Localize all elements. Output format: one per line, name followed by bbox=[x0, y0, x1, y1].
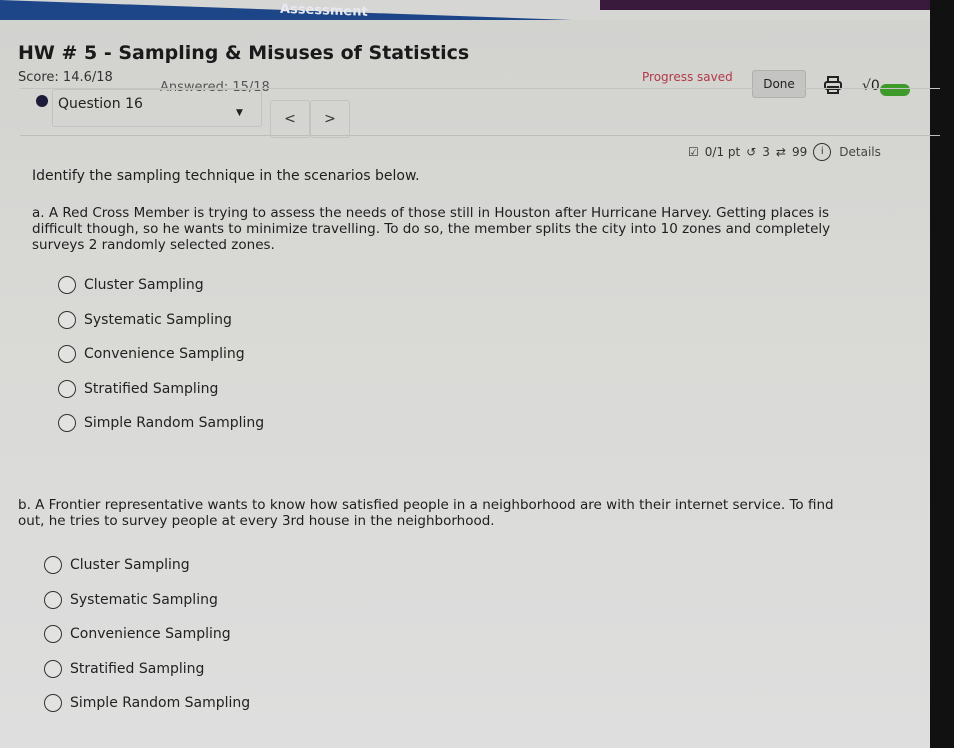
attempts-icon: ⇄ bbox=[775, 145, 786, 159]
question-instruction: Identify the sampling technique in the s… bbox=[32, 168, 420, 184]
option-label: Systematic Sampling bbox=[70, 591, 218, 608]
radio-button[interactable] bbox=[44, 694, 62, 713]
option-cluster-a[interactable]: Cluster Sampling bbox=[58, 268, 264, 303]
option-stratified-a[interactable]: Stratified Sampling bbox=[58, 372, 264, 407]
option-label: Convenience Sampling bbox=[84, 346, 245, 363]
retry-icon: ↺ bbox=[746, 145, 757, 159]
top-stripe bbox=[600, 0, 930, 10]
option-systematic-b[interactable]: Systematic Sampling bbox=[44, 583, 250, 618]
previous-question-button[interactable]: < bbox=[270, 100, 310, 138]
progress-status: Progress saved bbox=[642, 70, 733, 84]
score-text: Score: 14.6/18 bbox=[18, 70, 113, 85]
option-label: Simple Random Sampling bbox=[70, 695, 251, 712]
option-label: Cluster Sampling bbox=[70, 557, 190, 574]
option-cluster-b[interactable]: Cluster Sampling bbox=[44, 548, 250, 583]
points-text: 0/1 pt bbox=[704, 145, 741, 159]
option-label: Stratified Sampling bbox=[70, 660, 205, 677]
option-label: Simple Random Sampling bbox=[84, 415, 265, 432]
attempts-count: 99 bbox=[791, 145, 808, 159]
radio-button[interactable] bbox=[58, 276, 76, 295]
radio-button[interactable] bbox=[58, 414, 76, 433]
question-status-dot bbox=[36, 95, 48, 107]
info-icon[interactable]: i bbox=[813, 143, 832, 161]
option-label: Systematic Sampling bbox=[84, 311, 232, 328]
radio-button[interactable] bbox=[58, 310, 76, 329]
question-meta: ☑ 0/1 pt ↺ 3 ⇄ 99 i Details bbox=[688, 143, 881, 161]
radio-button[interactable] bbox=[58, 345, 76, 364]
scenario-a-text: a. A Red Cross Member is trying to asses… bbox=[32, 205, 831, 253]
scenario-b-options: Cluster Sampling Systematic Sampling Con… bbox=[44, 548, 250, 721]
radio-button[interactable] bbox=[44, 659, 62, 678]
option-simple-random-b[interactable]: Simple Random Sampling bbox=[44, 686, 250, 721]
option-systematic-a[interactable]: Systematic Sampling bbox=[58, 303, 264, 338]
radio-button[interactable] bbox=[58, 379, 76, 398]
option-convenience-b[interactable]: Convenience Sampling bbox=[44, 617, 250, 652]
assignment-title: HW # 5 - Sampling & Misuses of Statistic… bbox=[18, 42, 470, 64]
scenario-b-text: b. A Frontier representative wants to kn… bbox=[18, 497, 834, 529]
option-label: Stratified Sampling bbox=[84, 380, 219, 397]
option-label: Cluster Sampling bbox=[84, 277, 204, 294]
radio-button[interactable] bbox=[44, 556, 62, 575]
option-simple-random-a[interactable]: Simple Random Sampling bbox=[58, 406, 264, 441]
scenario-a-options: Cluster Sampling Systematic Sampling Con… bbox=[58, 268, 264, 441]
details-link[interactable]: Details bbox=[839, 145, 881, 159]
option-label: Convenience Sampling bbox=[70, 626, 231, 643]
section-label: Assessment bbox=[280, 1, 368, 20]
option-stratified-b[interactable]: Stratified Sampling bbox=[44, 652, 250, 687]
retries-count: 3 bbox=[762, 145, 770, 159]
option-convenience-a[interactable]: Convenience Sampling bbox=[58, 337, 264, 372]
chevron-down-icon[interactable]: ▼ bbox=[236, 108, 243, 118]
next-question-button[interactable]: > bbox=[310, 100, 350, 138]
question-label: Question 16 bbox=[58, 96, 143, 112]
checkbox-icon: ☑ bbox=[688, 145, 699, 159]
radio-button[interactable] bbox=[44, 590, 62, 609]
radio-button[interactable] bbox=[44, 625, 62, 644]
